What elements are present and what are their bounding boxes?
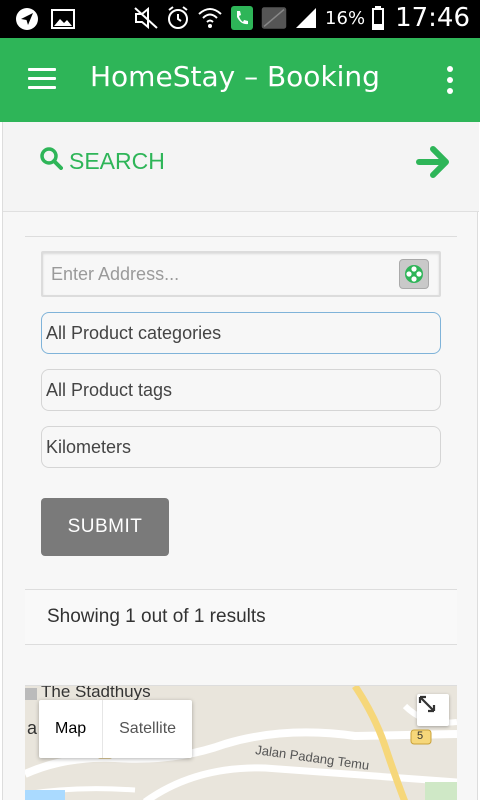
map[interactable]: The Stadthuys Jalan Padang Temu 5 5 a Ma… xyxy=(25,685,457,800)
no-sim-icon xyxy=(261,5,287,31)
navigation-icon xyxy=(14,6,40,32)
muted-icon xyxy=(133,5,159,31)
address-input[interactable]: Enter Address... xyxy=(41,251,441,297)
overflow-menu-icon[interactable] xyxy=(446,66,454,94)
search-form: Enter Address... All Product categories … xyxy=(25,236,457,800)
search-header: SEARCH xyxy=(3,122,479,212)
map-type-satellite-button[interactable]: Satellite xyxy=(103,700,192,758)
clock: 17:46 xyxy=(395,3,470,33)
results-count: Showing 1 out of 1 results xyxy=(25,589,457,645)
call-icon xyxy=(229,5,255,31)
app-bar: HomeStay – Booking xyxy=(0,38,480,122)
locate-icon[interactable] xyxy=(399,259,429,289)
map-type-control: Map Satellite xyxy=(39,700,193,758)
content-area: SEARCH Enter Address... All Product cate… xyxy=(2,122,479,800)
search-toggle[interactable]: SEARCH xyxy=(39,146,165,176)
map-type-map-button[interactable]: Map xyxy=(39,700,104,758)
fullscreen-icon[interactable] xyxy=(417,694,449,726)
search-icon xyxy=(39,146,63,176)
distance-select[interactable]: Kilometers xyxy=(41,426,441,468)
route-badge: 5 xyxy=(417,730,424,742)
image-icon xyxy=(50,6,76,32)
search-label: SEARCH xyxy=(69,147,165,174)
arrow-right-icon[interactable] xyxy=(415,144,451,180)
address-placeholder: Enter Address... xyxy=(51,263,180,284)
menu-icon[interactable] xyxy=(28,68,56,90)
map-partial-label: a xyxy=(27,718,38,738)
alarm-icon xyxy=(165,5,191,31)
category-select[interactable]: All Product categories xyxy=(41,312,441,354)
status-bar: 16% 17:46 xyxy=(0,0,480,38)
app-title: HomeStay – Booking xyxy=(90,60,380,93)
wifi-icon xyxy=(197,5,223,31)
submit-button[interactable]: SUBMIT xyxy=(41,498,169,556)
battery-percent: 16% xyxy=(325,7,366,29)
signal-icon xyxy=(293,5,319,31)
battery-icon xyxy=(371,5,385,31)
tags-select[interactable]: All Product tags xyxy=(41,369,441,411)
